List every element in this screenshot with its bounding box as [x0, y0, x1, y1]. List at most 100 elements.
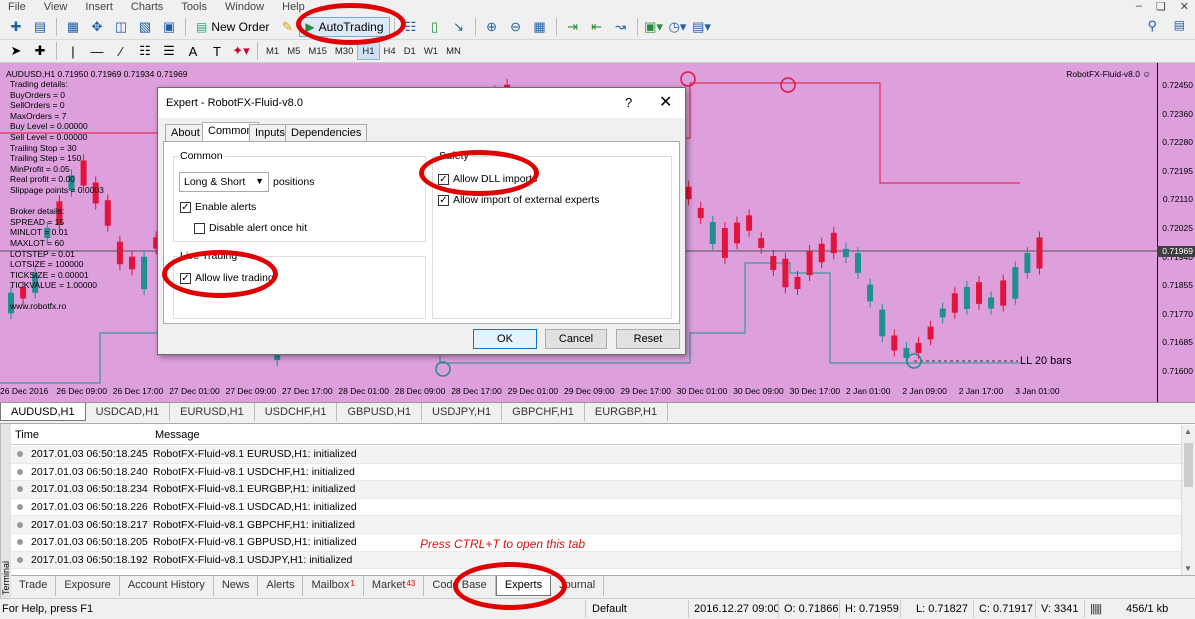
fibo-icon[interactable]: ☰	[159, 42, 179, 60]
col-message[interactable]: Message	[151, 425, 204, 444]
tf-w1[interactable]: W1	[420, 42, 442, 60]
minimize-icon[interactable]: –	[1136, 0, 1142, 13]
status-open: O: 0.71866	[784, 603, 839, 615]
tf-m15[interactable]: M15	[304, 42, 330, 60]
menu-view[interactable]: View	[36, 0, 78, 14]
disable-alert-checkbox[interactable]: Disable alert once hit	[194, 222, 307, 234]
cancel-button[interactable]: Cancel	[545, 329, 607, 349]
candle-body	[818, 243, 825, 263]
cursor-icon[interactable]: ➤	[6, 42, 26, 60]
log-row[interactable]: 2017.01.03 06:50:18.226 RobotFX-Fluid-v8.…	[11, 499, 1181, 517]
positions-select[interactable]: Long & Short ▼	[179, 172, 269, 192]
chat-icon[interactable]: ▤	[1174, 18, 1185, 32]
symbol-tab-usdjpy[interactable]: USDJPY,H1	[422, 403, 503, 421]
channel-icon[interactable]: ☷	[135, 42, 155, 60]
zoom-out-icon[interactable]: ⊖	[506, 18, 526, 36]
tf-mn[interactable]: MN	[442, 42, 465, 60]
new-order-button[interactable]: ▤ New Order	[190, 17, 275, 37]
label-icon[interactable]: T	[207, 42, 227, 60]
log-row[interactable]: 2017.01.03 06:50:18.245 RobotFX-Fluid-v8.…	[11, 446, 1181, 464]
tab-about[interactable]: About	[165, 124, 206, 142]
close-icon[interactable]: ✕	[1180, 0, 1189, 13]
terminal-tab-exposure[interactable]: Exposure	[56, 576, 120, 596]
navigator-icon[interactable]: ✥	[87, 18, 107, 36]
search-icon[interactable]: ⚲	[1147, 18, 1157, 34]
log-row[interactable]: 2017.01.03 06:50:18.205 RobotFX-Fluid-v8.…	[11, 534, 1181, 552]
restore-icon[interactable]: ❏	[1156, 0, 1166, 13]
indicators-icon[interactable]: ↝	[611, 18, 631, 36]
scroll-thumb[interactable]	[1184, 443, 1193, 487]
symbol-tab-eurusd[interactable]: EURUSD,H1	[170, 403, 255, 421]
log-scrollbar[interactable]: ▲ ▼	[1181, 425, 1195, 575]
terminal-tab-account-history[interactable]: Account History	[120, 576, 214, 596]
tf-h1[interactable]: H1	[357, 42, 380, 60]
templates-icon[interactable]: ▣▾	[644, 18, 664, 36]
log-time-text: 2017.01.03 06:50:18.217	[31, 518, 148, 531]
chart-templates-icon[interactable]: ▤▾	[692, 18, 712, 36]
tester-icon[interactable]: ▣	[159, 18, 179, 36]
tab-dependencies[interactable]: Dependencies	[285, 124, 368, 142]
tile-windows-icon[interactable]: ▦	[530, 18, 550, 36]
market-watch-icon[interactable]: ▦	[63, 18, 83, 36]
enable-alerts-checkbox[interactable]: ✓ Enable alerts	[180, 201, 256, 213]
periods-icon[interactable]: ◷▾	[668, 18, 688, 36]
symbol-tab-audusd[interactable]: AUDUSD,H1	[0, 403, 86, 421]
scroll-up-icon[interactable]: ▲	[1184, 427, 1192, 436]
tf-h4[interactable]: H4	[380, 42, 400, 60]
menu-tools[interactable]: Tools	[173, 0, 217, 14]
menu-window[interactable]: Window	[217, 0, 274, 14]
zoom-in-icon[interactable]: ⊕	[482, 18, 502, 36]
profiles-icon[interactable]: ▤	[30, 18, 50, 36]
menu-charts[interactable]: Charts	[123, 0, 173, 14]
new-chart-icon[interactable]: ✚	[6, 18, 26, 36]
terminal-icon[interactable]: ▧	[135, 18, 155, 36]
col-time[interactable]: Time	[11, 425, 151, 444]
tf-d1[interactable]: D1	[400, 42, 420, 60]
allow-external-experts-checkbox[interactable]: ✓ Allow import of external experts	[438, 194, 599, 206]
terminal-tab-alerts[interactable]: Alerts	[258, 576, 304, 596]
symbol-tab-gbpchf[interactable]: GBPCHF,H1	[502, 403, 585, 421]
chart-symbol-tabs: AUDUSD,H1 USDCAD,H1 EURUSD,H1 USDCHF,H1 …	[0, 402, 1195, 421]
terminal-tab-market[interactable]: Market 43	[364, 576, 425, 596]
terminal-tab-news[interactable]: News	[214, 576, 259, 596]
chart-shift-icon[interactable]: ⇤	[587, 18, 607, 36]
trendline-icon[interactable]: ∕	[111, 42, 131, 60]
auto-scroll-icon[interactable]: ⇥	[563, 18, 583, 36]
log-row[interactable]: 2017.01.03 06:50:18.240 RobotFX-Fluid-v8.…	[11, 464, 1181, 482]
help-icon[interactable]: ?	[625, 95, 632, 110]
horizontal-line-icon[interactable]: —	[87, 42, 107, 60]
dialog-close-icon[interactable]: ✕	[659, 92, 672, 112]
scroll-down-icon[interactable]: ▼	[1184, 564, 1192, 573]
crosshair-icon[interactable]: ✚	[30, 42, 50, 60]
symbol-tab-gbpusd[interactable]: GBPUSD,H1	[337, 403, 423, 421]
ea-info-line: Trailing Stop = 30	[10, 142, 77, 153]
log-message: RobotFX-Fluid-v8.1 GBPUSD,H1: initialize…	[153, 536, 357, 549]
tf-m1[interactable]: M1	[262, 42, 283, 60]
vertical-line-icon[interactable]: |	[63, 42, 83, 60]
status-high: H: 0.71959	[845, 603, 899, 615]
symbol-tab-usdchf[interactable]: USDCHF,H1	[255, 403, 338, 421]
ok-button[interactable]: OK	[473, 329, 537, 349]
metaeditor-icon[interactable]: ✎	[277, 18, 297, 36]
menu-file[interactable]: File	[0, 0, 36, 14]
terminal-tab-mailbox[interactable]: Mailbox 1	[303, 576, 364, 596]
log-row[interactable]: 2017.01.03 06:50:18.192 RobotFX-Fluid-v8.…	[11, 551, 1181, 570]
symbol-tab-eurgbp[interactable]: EURGBP,H1	[585, 403, 669, 421]
tf-m5[interactable]: M5	[283, 42, 304, 60]
terminal-tab-trade[interactable]: Trade	[11, 576, 57, 596]
log-row[interactable]: 2017.01.03 06:50:18.217 RobotFX-Fluid-v8.…	[11, 516, 1181, 534]
line-chart-icon[interactable]: ↘	[449, 18, 469, 36]
reset-button[interactable]: Reset	[616, 329, 680, 349]
data-window-icon[interactable]: ◫	[111, 18, 131, 36]
candle-chart-icon[interactable]: ▯	[425, 18, 445, 36]
log-message: RobotFX-Fluid-v8.1 EURUSD,H1: initialize…	[153, 448, 357, 461]
log-status-icon	[17, 468, 23, 475]
shapes-icon[interactable]: ✦▾	[231, 42, 251, 60]
status-divider	[1035, 600, 1036, 618]
text-icon[interactable]: A	[183, 42, 203, 60]
log-row[interactable]: 2017.01.03 06:50:18.234 RobotFX-Fluid-v8.…	[11, 481, 1181, 499]
menu-insert[interactable]: Insert	[77, 0, 123, 14]
symbol-tab-usdcad[interactable]: USDCAD,H1	[86, 403, 171, 421]
time-tick-label: 27 Dec 17:00	[282, 386, 333, 396]
log-message: RobotFX-Fluid-v8.1 USDJPY,H1: initialize…	[153, 553, 353, 566]
